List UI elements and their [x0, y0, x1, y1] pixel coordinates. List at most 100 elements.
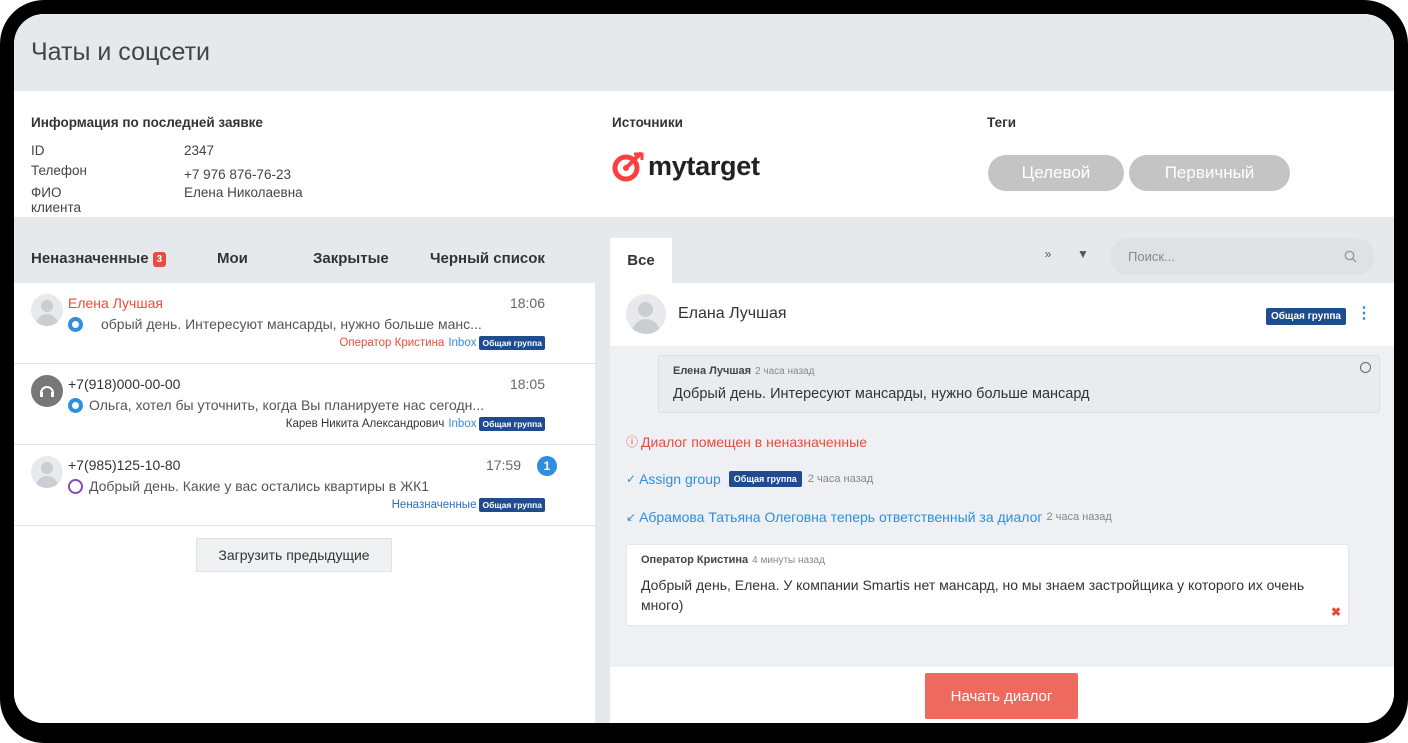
error-icon[interactable]: ✖	[1331, 605, 1341, 619]
device-frame: Чаты и соцсети Информация по последней з…	[0, 0, 1408, 743]
tab-closed[interactable]: Закрытые	[313, 250, 389, 267]
tab-unassigned[interactable]: Неназначенные 3	[31, 250, 167, 267]
event-ago: 2 часа назад	[1046, 511, 1112, 523]
info-key: ФИО клиента	[31, 185, 81, 215]
lower-area: Неназначенные 3 Мои Закрытые Черный списо…	[14, 217, 1394, 723]
info-value: Елена Николаевна	[184, 185, 303, 200]
preview-text: Ольга, хотел бы уточнить, когда Вы плани…	[89, 397, 485, 413]
group-chip: Общая группа	[479, 336, 545, 350]
tab-all[interactable]: Все	[610, 238, 672, 283]
event-responsible: ↙ Абрамова Татьяна Олеговна теперь ответ…	[626, 509, 1112, 525]
message-text: Добрый день. Интересуют мансарды, нужно …	[673, 386, 1090, 402]
message-text: Добрый день, Елена. У компании Smartis н…	[641, 577, 1305, 613]
app-screen: Чаты и соцсети Информация по последней з…	[14, 14, 1394, 723]
telegram-icon	[68, 397, 83, 413]
avatar	[31, 456, 63, 488]
incoming-message: Елена Лучшая 2 часа назад Добрый день. Ин…	[658, 355, 1380, 413]
message-time: 18:06	[509, 295, 545, 311]
page-title: Чаты и соцсети	[31, 38, 211, 66]
search-placeholder: Поиск...	[1128, 249, 1175, 264]
message-time: 17:59	[485, 457, 521, 473]
filter-icon[interactable]: ▼	[1067, 238, 1099, 270]
status-circle-icon[interactable]	[1360, 362, 1371, 373]
count-badge: 3	[152, 251, 167, 267]
list-item[interactable]: +7(985)125-10-80 17:59 1 Добрый день. Ка…	[14, 445, 595, 526]
chat-window: Елана Лучшая Общая группа ⋮ Елена Лучшая…	[610, 283, 1394, 723]
chat-header: Елана Лучшая Общая группа ⋮	[610, 283, 1394, 347]
search-input[interactable]: Поиск...	[1110, 238, 1375, 275]
info-key: Телефон	[31, 163, 88, 178]
preview-text: Добрый день. Какие у вас остались кварти…	[89, 478, 430, 494]
avatar	[626, 294, 666, 334]
avatar	[31, 294, 63, 326]
list-item[interactable]: +7(918)000-00-00 18:05 Ольга, хотел бы у…	[14, 364, 595, 445]
status-label: Неназначенные	[391, 499, 477, 511]
telegram-icon	[68, 316, 83, 332]
check-icon: ✓	[626, 472, 637, 486]
message-author: Оператор Кристина 4 минуты назад	[641, 554, 825, 566]
conversation-meta: Оператор Кристина Inbox Общая группа	[339, 336, 545, 350]
event-text: Абрамова Татьяна Олеговна теперь ответст…	[639, 509, 1043, 525]
tag-target[interactable]: Целевой	[988, 155, 1124, 191]
mytarget-logo: mytarget	[612, 150, 760, 182]
conversation-meta: Неназначенные Общая группа	[392, 498, 545, 512]
chat-title: Елана Лучшая	[678, 305, 787, 322]
conversation-list-panel: Неназначенные 3 Мои Закрытые Черный списо…	[14, 217, 595, 723]
info-key: ID	[31, 143, 45, 158]
event-text: Assign group	[639, 471, 721, 487]
tab-label: Неназначенные	[31, 250, 149, 267]
event-text: Диалог помещен в неназначенные	[641, 433, 867, 450]
preview-text: обрый день. Интересуют мансарды, нужно б…	[101, 316, 482, 332]
message-preview: Ольга, хотел бы уточнить, когда Вы плани…	[68, 397, 484, 413]
mytarget-icon	[612, 152, 644, 182]
message-ago: 2 часа назад	[755, 366, 815, 377]
author-name: Оператор Кристина	[641, 554, 749, 566]
event-unassigned: ⓘ Диалог помещен в неназначенные	[626, 433, 867, 450]
info-icon: ⓘ	[626, 435, 639, 449]
load-previous-button[interactable]: Загрузить предыдущие	[196, 538, 392, 572]
group-chip: Общая группа	[1265, 308, 1346, 325]
inbox-label: Inbox	[448, 418, 477, 430]
operator-name: Карев Никита Александрович	[285, 418, 445, 430]
logo-text: mytarget	[648, 150, 760, 181]
collapse-icon[interactable]: »	[1032, 238, 1064, 270]
search-icon	[1344, 250, 1357, 263]
message-time: 18:05	[509, 376, 545, 392]
tags-title: Теги	[987, 115, 1017, 130]
sources-title: Источники	[612, 115, 683, 130]
info-value: +7 976 876-76-23	[184, 167, 291, 182]
outgoing-message: Оператор Кристина 4 минуты назад Добрый д…	[626, 544, 1349, 626]
viber-icon	[68, 478, 83, 494]
list-item[interactable]: Елена Лучшая 18:06 обрый день. Интересую…	[14, 283, 595, 364]
group-chip: Общая группа	[479, 498, 545, 512]
inbox-label: Inbox	[448, 337, 477, 349]
arrow-icon: ↙	[626, 510, 637, 524]
page-header: Чаты и соцсети	[14, 14, 1394, 91]
unread-badge: 1	[537, 456, 557, 476]
chat-panel: Все » ▼ Поиск... Елана Лучшая Общая груп…	[610, 217, 1394, 723]
tab-blacklist[interactable]: Черный список	[430, 250, 545, 267]
operator-avatar	[31, 375, 63, 407]
message-preview: обрый день. Интересуют мансарды, нужно б…	[68, 316, 482, 332]
event-assign-group: ✓ Assign group Общая группа 2 часа назад	[626, 471, 873, 487]
contact-name: +7(918)000-00-00	[68, 376, 181, 392]
tab-mine[interactable]: Мои	[217, 250, 248, 267]
tag-primary[interactable]: Первичный	[1129, 155, 1290, 191]
start-dialog-button[interactable]: Начать диалог	[925, 673, 1078, 719]
event-ago: 2 часа назад	[807, 473, 874, 485]
headset-icon	[40, 386, 54, 397]
group-chip: Общая группа	[479, 417, 545, 431]
contact-name: Елена Лучшая	[68, 295, 163, 311]
conversation-tabs: Неназначенные 3 Мои Закрытые Черный списо…	[14, 217, 595, 283]
message-ago: 4 минуты назад	[752, 555, 825, 566]
info-value: 2347	[184, 143, 215, 158]
more-icon[interactable]: ⋮	[1356, 303, 1372, 323]
author-name: Елена Лучшая	[673, 365, 752, 377]
operator-name: Оператор Кристина	[339, 337, 445, 349]
message-author: Елена Лучшая 2 часа назад	[673, 365, 814, 377]
message-area: Елена Лучшая 2 часа назад Добрый день. Ин…	[610, 347, 1394, 667]
group-chip: Общая группа	[728, 471, 802, 487]
conversation-list: Елена Лучшая 18:06 обрый день. Интересую…	[14, 283, 595, 723]
contact-name: +7(985)125-10-80	[68, 457, 181, 473]
info-title: Информация по последней заявке	[31, 115, 263, 130]
